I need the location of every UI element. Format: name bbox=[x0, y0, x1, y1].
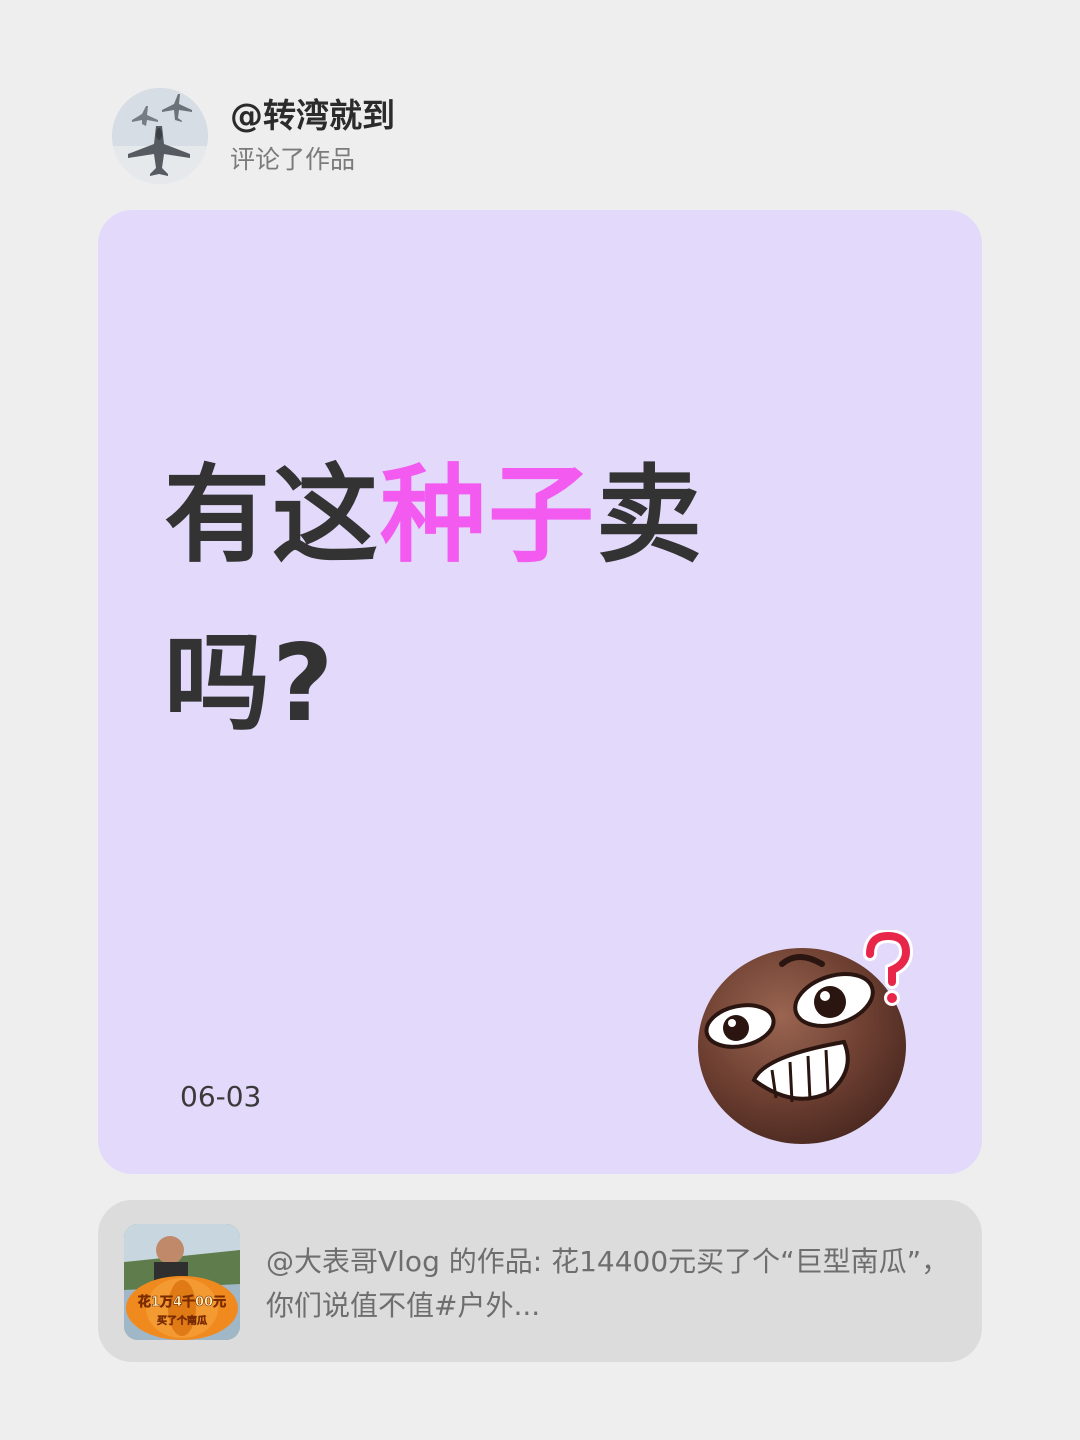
source-description[interactable]: @大表哥Vlog 的作品: 花14400元买了个“巨型南瓜”，你们说值不值#户外… bbox=[266, 1240, 956, 1328]
confused-grin-emoji-icon bbox=[698, 930, 914, 1144]
pumpkin-thumbnail-icon: 花1万4千00元 买了个南瓜 bbox=[124, 1224, 240, 1340]
share-card-page: @转湾就到 评论了作品 有这种子卖 吗? 06-03 花1万4千00元 买了个南… bbox=[0, 0, 1080, 1440]
username[interactable]: @转湾就到 bbox=[230, 94, 395, 138]
comment-header: @转湾就到 评论了作品 bbox=[112, 88, 395, 184]
source-work-card[interactable]: 花1万4千00元 买了个南瓜 @大表哥Vlog 的作品: 花14400元买了个“… bbox=[98, 1200, 982, 1362]
header-text: @转湾就到 评论了作品 bbox=[230, 94, 395, 178]
comment-date: 06-03 bbox=[180, 1080, 262, 1113]
thumb-caption-1: 花1万4千00元 bbox=[138, 1294, 226, 1310]
comment-highlight: 种子 bbox=[380, 454, 596, 577]
comment-card: 有这种子卖吗? 06-03 bbox=[98, 210, 982, 1174]
action-label: 评论了作品 bbox=[230, 145, 356, 174]
comment-part-2: 卖 bbox=[596, 454, 704, 577]
comment-text: 有这种子卖吗? bbox=[164, 432, 804, 768]
video-thumbnail[interactable]: 花1万4千00元 买了个南瓜 bbox=[124, 1224, 240, 1340]
comment-part-1: 有这 bbox=[164, 454, 380, 577]
thumb-caption-2: 买了个南瓜 bbox=[157, 1314, 207, 1327]
user-avatar[interactable] bbox=[112, 88, 208, 184]
fighter-jet-icon bbox=[112, 88, 208, 184]
comment-part-3: 吗? bbox=[164, 622, 336, 745]
